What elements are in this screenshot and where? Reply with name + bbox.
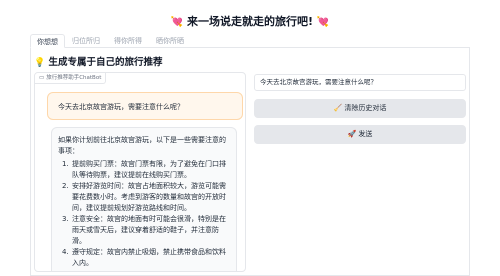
- page-title: 💘 来一场说走就走的旅行吧! 💘: [0, 13, 500, 29]
- chatbot-label: ▭ 旅行推荐助手ChatBot: [35, 73, 107, 84]
- lightbulb-icon: 💡: [34, 58, 46, 68]
- user-message: 今天去北京故宫游玩，需要注意什么呢？: [47, 92, 243, 120]
- bot-message: 如果你计划前往北京故宫游玩，以下是一些需要注意的事项： 1. 提前购买门票：故宫门…: [51, 127, 237, 271]
- rocket-icon: 🚀: [347, 130, 357, 138]
- send-label: 发送: [358, 130, 373, 138]
- tab-bar: 你想想 归位所归 得你所得 晒你所晒: [30, 34, 470, 48]
- clear-history-button[interactable]: 🧹 清除历史对话: [254, 99, 466, 118]
- tab-shai-ni-suo-shai[interactable]: 晒你所晒: [150, 34, 190, 48]
- section-title: 💡 生成专属于自己的旅行推荐: [34, 54, 163, 68]
- page-title-text: 来一场说走就走的旅行吧!: [186, 15, 314, 28]
- list-item-number: 3.: [62, 215, 69, 223]
- list-item: 4. 遵守规定：故宫内禁止吸烟，禁止携带食品和饮料入内。: [58, 247, 230, 269]
- message-input[interactable]: 今天去北京故宫游玩，需要注意什么呢？: [254, 74, 466, 91]
- tab-gui-wei-suo-gui[interactable]: 归位所归: [66, 34, 106, 48]
- list-item-text: 安排好游览时间：故宫占地面积较大，游览可能需要花费数小时。考虑到游客的数量和故宫…: [72, 182, 226, 212]
- list-item: 2. 安排好游览时间：故宫占地面积较大，游览可能需要花费数小时。考虑到游客的数量和…: [58, 181, 230, 214]
- list-item-number: 2.: [62, 182, 69, 190]
- list-item-text: 提前购买门票：故宫门票有限，为了避免在门口排队等待购票，建议提前在线购买门票。: [72, 160, 226, 179]
- clear-history-label: 清除历史对话: [344, 104, 387, 112]
- list-item: 1. 提前购买门票：故宫门票有限，为了避免在门口排队等待购票，建议提前在线购买门票…: [58, 159, 230, 181]
- list-item-text: 遵守规定：故宫内禁止吸烟，禁止携带食品和饮料入内。: [72, 248, 226, 267]
- tab-de-ni-suo-de[interactable]: 得你所得: [108, 34, 148, 48]
- bot-message-list: 1. 提前购买门票：故宫门票有限，为了避免在门口排队等待购票，建议提前在线购买门票…: [58, 159, 230, 269]
- chat-icon: ▭: [39, 75, 45, 81]
- bot-message-intro: 如果你计划前往北京故宫游玩，以下是一些需要注意的事项：: [58, 136, 226, 155]
- send-button[interactable]: 🚀 发送: [254, 125, 466, 144]
- chatbot-panel[interactable]: ▭ 旅行推荐助手ChatBot 今天去北京故宫游玩，需要注意什么呢？ 如果你计划前…: [34, 72, 246, 272]
- heart-icon: 💘: [170, 17, 184, 28]
- broom-icon: 🧹: [333, 104, 343, 112]
- list-item: 3. 注意安全：故宫的地面有时可能会很滑，特别是在雨天或雪天后，建议穿着舒适的鞋子…: [58, 214, 230, 247]
- heart-icon: 💘: [316, 17, 330, 28]
- list-item-text: 注意安全：故宫的地面有时可能会很滑，特别是在雨天或雪天后，建议穿着舒适的鞋子，并…: [72, 215, 226, 245]
- list-item-number: 1.: [62, 160, 69, 168]
- list-item-number: 4.: [62, 248, 69, 256]
- chatbot-label-text: 旅行推荐助手ChatBot: [46, 75, 102, 81]
- section-title-text: 生成专属于自己的旅行推荐: [48, 57, 163, 68]
- tab-ni-xiang-xiang[interactable]: 你想想: [30, 34, 65, 48]
